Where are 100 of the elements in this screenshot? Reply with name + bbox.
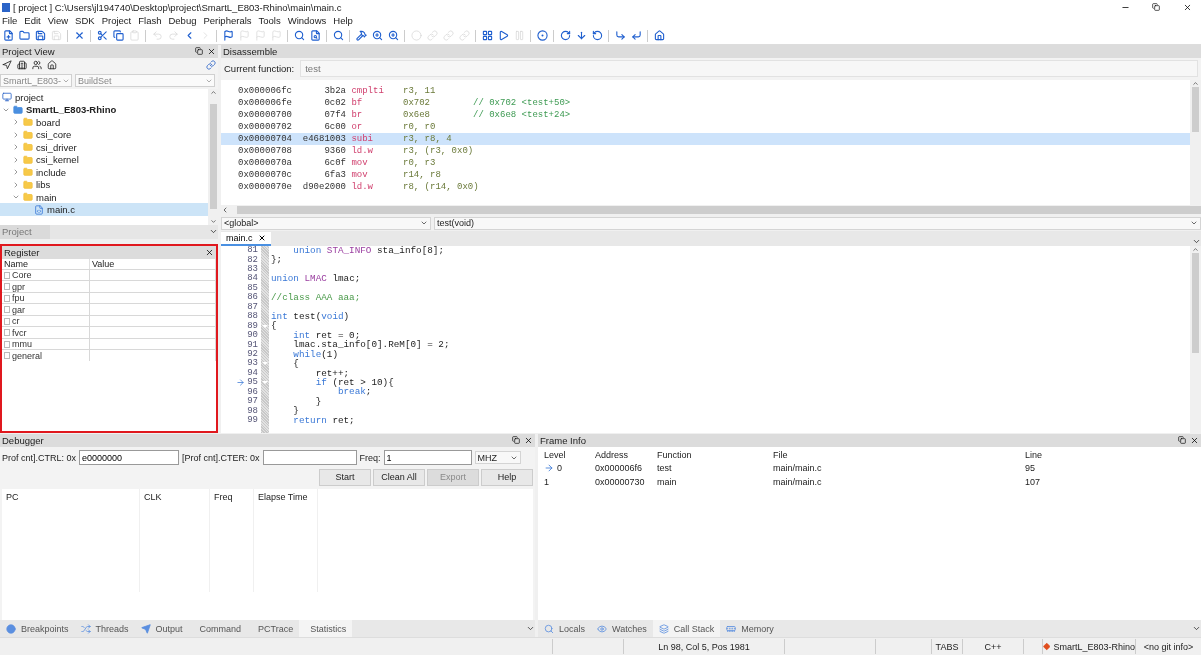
table-cell[interactable]: gar: [2, 303, 90, 315]
panel-tab[interactable]: Statistics: [299, 620, 353, 638]
tree-item[interactable]: include: [0, 165, 208, 179]
tree-item[interactable]: csi_driver: [0, 140, 208, 154]
scrollbar-thumb[interactable]: [209, 104, 217, 210]
menu-item[interactable]: Windows: [285, 15, 332, 27]
tree-item[interactable]: libs: [0, 178, 208, 191]
tree-item[interactable]: main.c: [0, 203, 208, 216]
float-button[interactable]: [1177, 435, 1187, 446]
new-file-icon[interactable]: [1, 28, 15, 43]
table-cell[interactable]: fvcr: [2, 326, 90, 338]
menu-item[interactable]: Peripherals: [201, 15, 257, 27]
tree-item[interactable]: SmartL_E803-Rhino: [0, 103, 208, 116]
toolbar-button[interactable]: Clean All: [373, 468, 425, 486]
panel-tab[interactable]: Memory: [720, 620, 780, 638]
scissors-icon[interactable]: [95, 28, 109, 43]
disassembly-line[interactable]: 0x000006fc 3b2a cmplti r3, 11: [221, 84, 1190, 97]
close-button[interactable]: [523, 435, 533, 446]
table-cell[interactable]: mmu: [2, 337, 90, 350]
scrollbar-thumb[interactable]: [1192, 252, 1199, 353]
step-out-icon[interactable]: [590, 28, 604, 43]
disassembly-line[interactable]: 0x0000070c 6fa3 mov r14, r8: [221, 168, 1190, 181]
table-cell[interactable]: gpr: [2, 280, 90, 292]
unit-select[interactable]: MHZ: [474, 451, 521, 465]
disassembly-line[interactable]: 0x000006fe 0c02 bf 0x702 // 0x702 <test+50>: [221, 96, 1190, 109]
zoom-icon[interactable]: [370, 28, 384, 43]
editor-tab[interactable]: main.c: [221, 231, 271, 246]
panel-tab[interactable]: Watches: [591, 620, 653, 638]
disassembly-line[interactable]: 0x0000070a 6c0f mov r0, r3: [221, 156, 1190, 169]
menu-item[interactable]: SDK: [73, 15, 100, 27]
menu-item[interactable]: Debug: [166, 15, 202, 27]
current-function-field[interactable]: test: [300, 60, 1198, 78]
menu-item[interactable]: Flash: [136, 15, 167, 27]
panel-tab[interactable]: Output: [134, 620, 189, 638]
input-field[interactable]: e0000000: [79, 450, 180, 466]
scrollbar-thumb[interactable]: [237, 206, 1201, 215]
toolbar-button[interactable]: Help: [481, 468, 533, 486]
target-icon[interactable]: [535, 28, 549, 43]
home-icon[interactable]: [652, 28, 666, 43]
scroll-up-icon[interactable]: [1192, 79, 1199, 87]
panel-tab[interactable]: Call Stack: [652, 620, 721, 638]
table-cell[interactable]: cr: [2, 314, 90, 327]
float-button[interactable]: [511, 435, 521, 446]
copy-icon[interactable]: [111, 28, 125, 43]
home-icon[interactable]: [47, 60, 57, 71]
grid-icon[interactable]: [480, 28, 494, 43]
function-select[interactable]: test(void): [434, 216, 1201, 230]
menu-item[interactable]: Project: [99, 15, 137, 27]
disassembly-line[interactable]: 0x00000708 9360 ld.w r3, (r3, 0x0): [221, 144, 1190, 157]
menu-item[interactable]: Edit: [22, 15, 46, 27]
zoom-icon[interactable]: [386, 28, 400, 43]
panel-tab[interactable]: Locals: [538, 620, 591, 638]
input-field[interactable]: [262, 450, 357, 466]
panel-tab[interactable]: Threads: [74, 620, 135, 638]
close-button[interactable]: [206, 46, 216, 57]
close-button[interactable]: [204, 247, 214, 258]
scrollbar-thumb[interactable]: [1192, 86, 1199, 132]
disassembly-line[interactable]: 0x00000702 6c00 or r0, r0: [221, 120, 1190, 133]
menu-item[interactable]: View: [45, 15, 74, 27]
people-icon[interactable]: [32, 60, 42, 71]
scroll-left-icon[interactable]: [221, 206, 229, 215]
hammer-icon[interactable]: [354, 28, 368, 43]
panel-tab[interactable]: Breakpoints: [0, 620, 75, 638]
menu-item[interactable]: Help: [331, 15, 358, 27]
menu-item[interactable]: File: [0, 15, 23, 27]
tree-item[interactable]: main: [0, 190, 208, 204]
file-search-icon[interactable]: [308, 28, 322, 43]
restore-icon[interactable]: [1152, 3, 1160, 11]
tree-item[interactable]: csi_core: [0, 128, 208, 141]
table-cell[interactable]: Core: [2, 268, 90, 281]
scroll-up-icon[interactable]: [1192, 245, 1199, 253]
tree-item[interactable]: board: [0, 115, 208, 129]
building-icon[interactable]: [17, 60, 27, 71]
target-select[interactable]: SmartL_E803-: [0, 74, 72, 88]
close-icon[interactable]: [257, 233, 266, 242]
toolbar-button[interactable]: Start: [319, 468, 371, 486]
flag-icon[interactable]: [221, 28, 235, 43]
scope-select[interactable]: <global>: [221, 216, 431, 230]
step-in-arrow-icon[interactable]: [613, 28, 627, 43]
buildset-select[interactable]: BuildSet: [75, 74, 215, 88]
panel-tab[interactable]: PCTrace: [247, 620, 300, 638]
menu-item[interactable]: Tools: [256, 15, 286, 27]
navigation-icon[interactable]: [2, 60, 12, 71]
close-button[interactable]: [1189, 435, 1199, 446]
folder-icon[interactable]: [17, 28, 31, 43]
close-icon[interactable]: [1182, 2, 1192, 12]
search-icon[interactable]: [331, 28, 345, 43]
input-field[interactable]: 1: [383, 450, 472, 466]
step-back-arrow-icon[interactable]: [629, 28, 643, 43]
tree-item[interactable]: csi_kernel: [0, 153, 208, 166]
table-cell[interactable]: fpu: [2, 291, 90, 304]
float-button[interactable]: [194, 46, 204, 57]
disassembly-line[interactable]: 0x00000700 07f4 br 0x6e8 // 0x6e8 <test+24>: [221, 108, 1190, 121]
panel-tab[interactable]: Command: [188, 620, 248, 638]
scroll-up-icon[interactable]: [209, 88, 217, 96]
scroll-down-icon[interactable]: [209, 217, 217, 225]
tree-item[interactable]: project: [0, 90, 208, 104]
step-over-icon[interactable]: [558, 28, 572, 43]
disassembly-line[interactable]: 0x0000070e d90e2000 ld.w r8, (r14, 0x0): [221, 180, 1190, 193]
search-icon[interactable]: [292, 28, 306, 43]
